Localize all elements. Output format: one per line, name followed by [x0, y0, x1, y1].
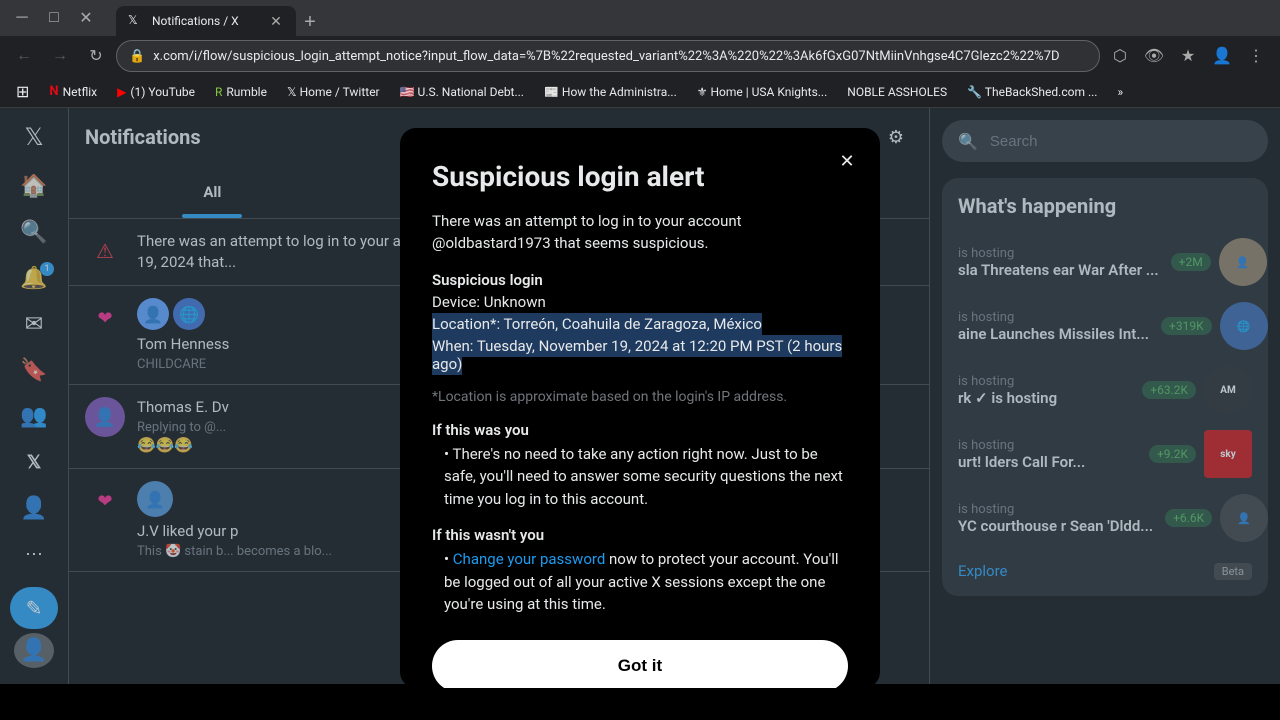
bookmarks-toggle[interactable]: ⊞ — [8, 80, 37, 104]
modal-if-wasnt-you: If this wasn't you • Change your passwor… — [432, 526, 848, 616]
modal-location-highlight: Location*: Torreón, Coahuila de Zaragoza… — [432, 313, 762, 335]
modal-title: Suspicious login alert — [432, 160, 848, 194]
minimize-button[interactable]: ─ — [8, 4, 36, 32]
bookmark-backshed[interactable]: 🔧 TheBackShed.com ... — [959, 80, 1105, 104]
privacy-button[interactable]: 👁 — [1138, 40, 1170, 72]
tab-title: Notifications / X — [152, 14, 260, 28]
modal-if-wasnt-you-title: If this wasn't you — [432, 526, 848, 544]
app-layout: 𝕏 🏠 🔍 🔔 1 ✉ 🔖 👥 𝕏 👤 ⋯ ✎ — [0, 108, 1280, 684]
bookmark-rumble[interactable]: R Rumble — [207, 80, 275, 104]
profile-button[interactable]: 👤 — [1206, 40, 1238, 72]
window-controls: ─ □ ✕ — [8, 4, 100, 32]
address-text[interactable]: x.com/i/flow/suspicious_login_attempt_no… — [153, 49, 1087, 64]
modal-when: When: Tuesday, November 19, 2024 at 12:2… — [432, 337, 848, 373]
close-button[interactable]: ✕ — [72, 4, 100, 32]
address-bar-row: ← → ↻ 🔒 x.com/i/flow/suspicious_login_at… — [0, 36, 1280, 76]
browser-chrome: ─ □ ✕ 𝕏 Notifications / X ✕ + ← → ↻ 🔒 x.… — [0, 0, 1280, 108]
modal-section-label: Suspicious login — [432, 271, 848, 289]
bookmarks-bar: ⊞ N Netflix ▶ (1) YouTube R Rumble 𝕏 Hom… — [0, 76, 1280, 108]
back-button[interactable]: ← — [8, 40, 40, 72]
modal-if-wasnt-you-text: • Change your password now to protect yo… — [432, 548, 848, 616]
bookmark-noble[interactable]: NOBLE ASSHOLES — [839, 80, 955, 104]
modal-close-button[interactable]: ✕ — [830, 144, 864, 178]
forward-button[interactable]: → — [44, 40, 76, 72]
bullet-dot: • — [444, 445, 453, 463]
active-tab[interactable]: 𝕏 Notifications / X ✕ — [116, 6, 296, 36]
modal-if-was-you: If this was you • There's no need to tak… — [432, 421, 848, 511]
change-password-link[interactable]: Change your password — [453, 550, 605, 568]
modal-device: Device: Unknown — [432, 293, 848, 311]
modal-if-was-you-text: • There's no need to take any action rig… — [432, 443, 848, 511]
maximize-button[interactable]: □ — [40, 4, 68, 32]
bookmark-knights[interactable]: ⚜ Home | USA Knights... — [689, 80, 836, 104]
bullet-dot-2: • — [444, 550, 453, 568]
lock-icon: 🔒 — [129, 49, 145, 64]
bookmarks-more[interactable]: » — [1109, 80, 1131, 104]
tab-favicon: 𝕏 — [128, 13, 144, 29]
bookmark-admin[interactable]: 📰 How the Administra... — [536, 80, 685, 104]
modal-description: There was an attempt to log in to your a… — [432, 210, 848, 255]
cast-button[interactable]: ⬡ — [1104, 40, 1136, 72]
bookmark-debt[interactable]: 🇺🇸 U.S. National Debt... — [392, 80, 532, 104]
new-tab-button[interactable]: + — [296, 8, 324, 36]
got-it-button[interactable]: Got it — [432, 640, 848, 688]
modal-overlay: ✕ Suspicious login alert There was an at… — [0, 108, 1280, 684]
browser-titlebar: ─ □ ✕ 𝕏 Notifications / X ✕ + — [0, 0, 1280, 36]
suspicious-login-modal: ✕ Suspicious login alert There was an at… — [400, 128, 880, 688]
bookmark-youtube[interactable]: ▶ (1) YouTube — [109, 80, 203, 104]
modal-footnote: *Location is approximate based on the lo… — [432, 389, 848, 405]
star-button[interactable]: ★ — [1172, 40, 1204, 72]
more-button[interactable]: ⋮ — [1240, 40, 1272, 72]
modal-when-highlight: When: Tuesday, November 19, 2024 at 12:2… — [432, 335, 842, 375]
address-bar: 🔒 x.com/i/flow/suspicious_login_attempt_… — [116, 40, 1100, 72]
modal-if-was-you-title: If this was you — [432, 421, 848, 439]
modal-login-section: Suspicious login Device: Unknown Locatio… — [432, 271, 848, 373]
reload-button[interactable]: ↻ — [80, 40, 112, 72]
modal-location: Location*: Torreón, Coahuila de Zaragoza… — [432, 315, 848, 333]
toolbar-icons: ⬡ 👁 ★ 👤 ⋮ — [1104, 40, 1272, 72]
bookmark-twitter[interactable]: 𝕏 Home / Twitter — [279, 80, 388, 104]
tab-close-button[interactable]: ✕ — [268, 13, 284, 29]
bookmark-netflix[interactable]: N Netflix — [41, 80, 105, 104]
